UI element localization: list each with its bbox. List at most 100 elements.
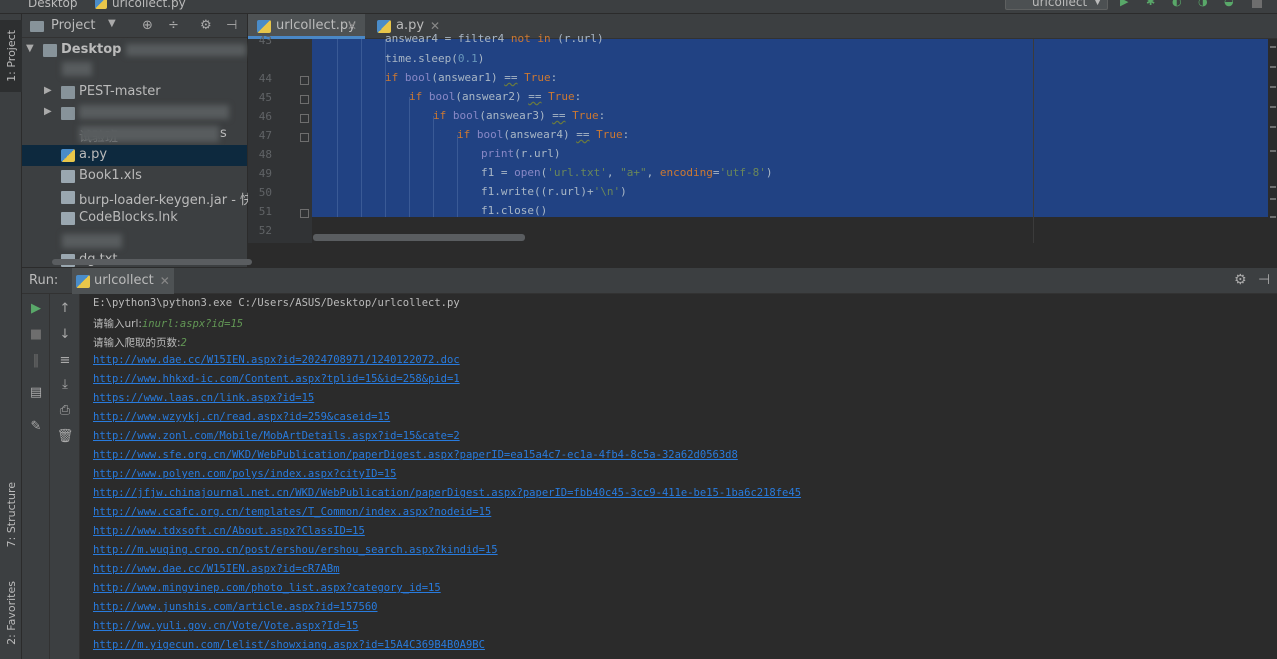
chevron-right-icon[interactable]: ▶ bbox=[44, 85, 52, 96]
fold-marker[interactable] bbox=[300, 133, 309, 142]
coverage-icon[interactable]: ◐ bbox=[1172, 0, 1184, 9]
arrow-up-icon[interactable]: ↑ bbox=[56, 300, 74, 318]
console-url-link[interactable]: http://www.dae.cc/W15IEN.aspx?id=2024708… bbox=[93, 354, 460, 366]
locate-icon[interactable]: ⊕ bbox=[142, 18, 153, 33]
tree-item-suffix: s bbox=[220, 126, 227, 141]
run-icon[interactable]: ▶ bbox=[1120, 0, 1132, 9]
code-line-49[interactable]: print(r.url) bbox=[481, 147, 560, 160]
tree-item-a-py[interactable]: a.py bbox=[22, 145, 247, 166]
arrow-down-icon[interactable]: ↓ bbox=[56, 326, 74, 344]
code-line-52[interactable]: f1.close() bbox=[481, 204, 547, 217]
tree-item-redacted[interactable]: 试验班 s bbox=[22, 124, 247, 145]
gear-icon[interactable]: ⚙ bbox=[1234, 272, 1247, 288]
console-url-link[interactable]: http://m.yigecun.com/lelist/showxiang.as… bbox=[93, 639, 485, 651]
run-toolbar-primary: ▶ ■ ‖ ▤ ✎ bbox=[22, 294, 50, 659]
stripe-marker[interactable] bbox=[1270, 46, 1276, 48]
tree-item-desktop[interactable]: ▼ Desktop bbox=[22, 40, 247, 61]
fold-marker[interactable] bbox=[300, 95, 309, 104]
tree-item-redacted-folder[interactable]: ▶ bbox=[22, 103, 247, 124]
stop-icon[interactable] bbox=[1252, 0, 1262, 8]
debug-icon[interactable]: ✱ bbox=[1146, 0, 1158, 9]
console-url-link[interactable]: http://www.sfe.org.cn/WKD/WebPublication… bbox=[93, 449, 738, 461]
project-horizontal-scrollbar[interactable] bbox=[52, 259, 252, 265]
console-url-link[interactable]: http://www.zonl.com/Mobile/MobArtDetails… bbox=[93, 430, 460, 442]
stop-icon[interactable]: ■ bbox=[27, 326, 45, 344]
chevron-down-icon[interactable]: ▼ bbox=[26, 43, 34, 54]
breadcrumb-desktop[interactable]: Desktop bbox=[28, 0, 78, 10]
stripe-marker[interactable] bbox=[1270, 106, 1276, 108]
console-url-link[interactable]: http://m.wuqing.croo.cn/post/ershou/ersh… bbox=[93, 544, 498, 556]
python-file-icon bbox=[95, 0, 107, 9]
run-toolbar-secondary: ↑ ↓ ≡ ⤓ ⎙ 🗑 bbox=[50, 294, 80, 659]
stripe-marker[interactable] bbox=[1270, 216, 1276, 218]
console-scrollbar[interactable] bbox=[1266, 294, 1277, 659]
tree-item-codeblocks[interactable]: CodeBlocks.lnk bbox=[22, 208, 247, 229]
console-url-link[interactable]: https://www.laas.cn/link.aspx?id=15 bbox=[93, 392, 314, 404]
trash-icon[interactable]: 🗑 bbox=[56, 428, 74, 446]
console-prompt-pages: 请输入爬取的页数:2 bbox=[93, 335, 187, 350]
console-url-link[interactable]: http://www.tdxsoft.cn/About.aspx?ClassID… bbox=[93, 525, 365, 537]
console-url-link[interactable]: http://ww.yuli.gov.cn/Vote/Vote.aspx?Id=… bbox=[93, 620, 359, 632]
concurrency-icon[interactable]: ◒ bbox=[1224, 0, 1236, 9]
indent-guide bbox=[337, 39, 338, 217]
console-url-link[interactable]: http://www.wzyykj.cn/read.aspx?id=259&ca… bbox=[93, 411, 390, 423]
profile-icon[interactable]: ◑ bbox=[1198, 0, 1210, 9]
stripe-marker[interactable] bbox=[1270, 186, 1276, 188]
code-line-44[interactable]: time.sleep(0.1) bbox=[385, 52, 484, 65]
rerun-icon[interactable]: ▶ bbox=[27, 300, 45, 318]
python-file-icon bbox=[257, 20, 271, 33]
line-number: 47 bbox=[258, 129, 272, 142]
chevron-right-icon[interactable]: ▶ bbox=[44, 106, 52, 117]
fold-marker[interactable] bbox=[300, 114, 309, 123]
stripe-marker[interactable] bbox=[1270, 66, 1276, 68]
console-url-link[interactable]: http://www.mingvinep.com/photo_list.aspx… bbox=[93, 582, 441, 594]
tab-label: urlcollect.py bbox=[276, 18, 356, 33]
pause-icon[interactable]: ‖ bbox=[27, 352, 45, 370]
project-folder-icon bbox=[30, 21, 44, 32]
console-url-link[interactable]: http://jfjw.chinajournal.net.cn/WKD/WebP… bbox=[93, 487, 801, 499]
code-line-47[interactable]: if bool(answear3) == True: bbox=[433, 109, 605, 122]
prompt-text: 请输入爬取的页数: bbox=[93, 337, 181, 349]
collapse-icon[interactable]: ÷ bbox=[168, 18, 179, 33]
hide-icon[interactable]: ⊣ bbox=[1258, 272, 1270, 288]
stripe-marker[interactable] bbox=[1270, 86, 1276, 88]
console-url-link[interactable]: http://www.polyen.com/polys/index.aspx?c… bbox=[93, 468, 396, 480]
code-line-48[interactable]: if bool(answear4) == True: bbox=[457, 128, 629, 141]
code-line-45[interactable]: if bool(answear1) == True: bbox=[385, 71, 557, 84]
editor-horizontal-scrollbar[interactable] bbox=[313, 234, 525, 241]
soft-wrap-icon[interactable]: ≡ bbox=[56, 352, 74, 370]
tree-item-pest-master[interactable]: ▶ PEST-master bbox=[22, 82, 247, 103]
tab-project[interactable]: 1: Project bbox=[0, 20, 22, 92]
breadcrumb-file[interactable]: urlcollect.py bbox=[112, 0, 186, 10]
stripe-marker[interactable] bbox=[1270, 198, 1276, 200]
close-icon[interactable]: ✕ bbox=[347, 14, 357, 38]
console-url-link[interactable]: http://www.dae.cc/W15IEN.aspx?id=cR7ABm bbox=[93, 563, 340, 575]
scroll-to-end-icon[interactable]: ⤓ bbox=[56, 376, 74, 394]
fold-marker[interactable] bbox=[300, 209, 309, 218]
tree-item-book1[interactable]: Book1.xls bbox=[22, 166, 247, 187]
run-config-select[interactable]: urlcollect ▼ bbox=[1005, 0, 1108, 10]
pin-icon[interactable]: ✎ bbox=[27, 418, 45, 436]
console-url-link[interactable]: http://www.junshis.com/article.aspx?id=1… bbox=[93, 601, 377, 613]
stripe-marker[interactable] bbox=[1270, 126, 1276, 128]
project-title[interactable]: Project bbox=[51, 18, 95, 33]
print-icon[interactable]: ⎙ bbox=[56, 402, 74, 420]
left-tool-strip: 1: Project 7: Structure 2: Favorites bbox=[0, 14, 22, 659]
hide-icon[interactable]: ⊣ bbox=[226, 18, 237, 33]
gear-icon[interactable]: ⚙ bbox=[200, 18, 212, 33]
close-icon[interactable]: ✕ bbox=[160, 268, 170, 294]
console-url-link[interactable]: http://www.ccafc.org.cn/templates/T_Comm… bbox=[93, 506, 491, 518]
run-tab-urlcollect[interactable]: urlcollect ✕ bbox=[72, 268, 174, 294]
code-line-43[interactable]: answear4 = filter4 not in (r.url) bbox=[385, 32, 604, 45]
layout-icon[interactable]: ▤ bbox=[27, 384, 45, 402]
tab-structure[interactable]: 7: Structure bbox=[0, 474, 22, 556]
code-line-50[interactable]: f1 = open('url.txt', "a+", encoding='utf… bbox=[481, 166, 772, 179]
tab-favorites[interactable]: 2: Favorites bbox=[0, 572, 22, 654]
code-line-46[interactable]: if bool(answear2) == True: bbox=[409, 90, 581, 103]
fold-marker[interactable] bbox=[300, 76, 309, 85]
tree-item-burp[interactable]: burp-loader-keygen.jar - 快捷 bbox=[22, 187, 266, 208]
chevron-down-icon[interactable]: ▼ bbox=[108, 18, 116, 29]
stripe-marker[interactable] bbox=[1270, 150, 1276, 152]
code-line-51[interactable]: f1.write((r.url)+'\n') bbox=[481, 185, 627, 198]
console-url-link[interactable]: http://www.hhkxd-ic.com/Content.aspx?tpl… bbox=[93, 373, 460, 385]
